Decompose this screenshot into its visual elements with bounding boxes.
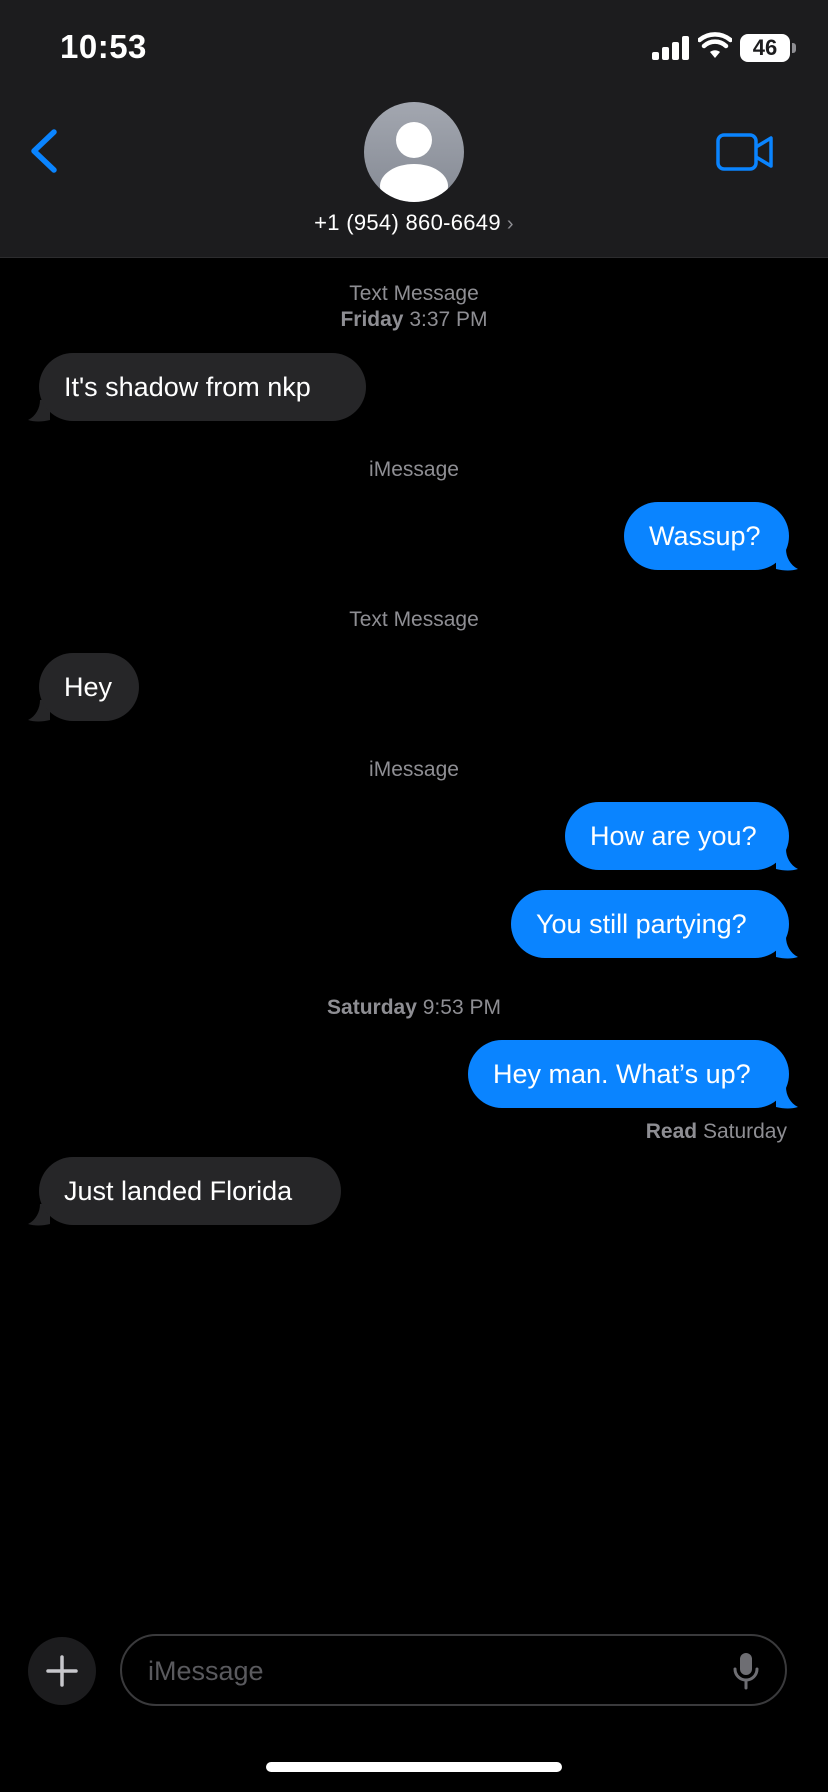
read-receipt: Read Saturday	[645, 1120, 787, 1143]
outgoing-message[interactable]: How are you?	[565, 802, 789, 870]
service-label: iMessage	[369, 458, 459, 481]
battery-level: 46	[752, 35, 778, 60]
battery-cap	[792, 43, 796, 53]
plus-icon	[46, 1655, 78, 1687]
timestamp: Friday 3:37 PM	[340, 308, 488, 331]
signal-icon	[652, 36, 690, 60]
contact-phone-number: +1 (954) 860-6649	[314, 210, 501, 235]
home-indicator[interactable]	[266, 1762, 562, 1772]
timestamp: Saturday 9:53 PM	[327, 996, 501, 1019]
service-label: Text Message	[349, 608, 479, 631]
status-time: 10:53	[60, 28, 147, 65]
service-label: Text Message Friday 3:37 PM	[0, 281, 828, 333]
chevron-right-icon: ›	[506, 213, 514, 235]
chevron-left-icon[interactable]	[24, 126, 64, 176]
outgoing-message[interactable]: You still partying?	[511, 890, 789, 958]
battery-icon: 46	[740, 34, 790, 62]
person-silhouette-icon	[380, 122, 448, 202]
message-input[interactable]	[146, 1636, 710, 1706]
contact-avatar[interactable]	[364, 102, 464, 202]
service-label: iMessage	[369, 758, 459, 781]
incoming-message[interactable]: It's shadow from nkp	[39, 353, 366, 421]
apps-plus-button[interactable]	[28, 1637, 96, 1705]
wifi-icon	[698, 32, 732, 58]
contact-name-button[interactable]: +1 (954) 860-6649 ›	[0, 210, 828, 236]
outgoing-message[interactable]: Wassup?	[624, 502, 789, 570]
microphone-icon[interactable]	[733, 1652, 759, 1690]
conversation-header: 10:53 46 +1 (954) 860-6649 ›	[0, 0, 828, 258]
message-composer[interactable]	[120, 1634, 787, 1706]
incoming-message[interactable]: Hey	[39, 653, 139, 721]
incoming-message[interactable]: Just landed Florida	[39, 1157, 341, 1225]
outgoing-message[interactable]: Hey man. What’s up?	[468, 1040, 789, 1108]
video-camera-icon[interactable]	[716, 132, 774, 172]
